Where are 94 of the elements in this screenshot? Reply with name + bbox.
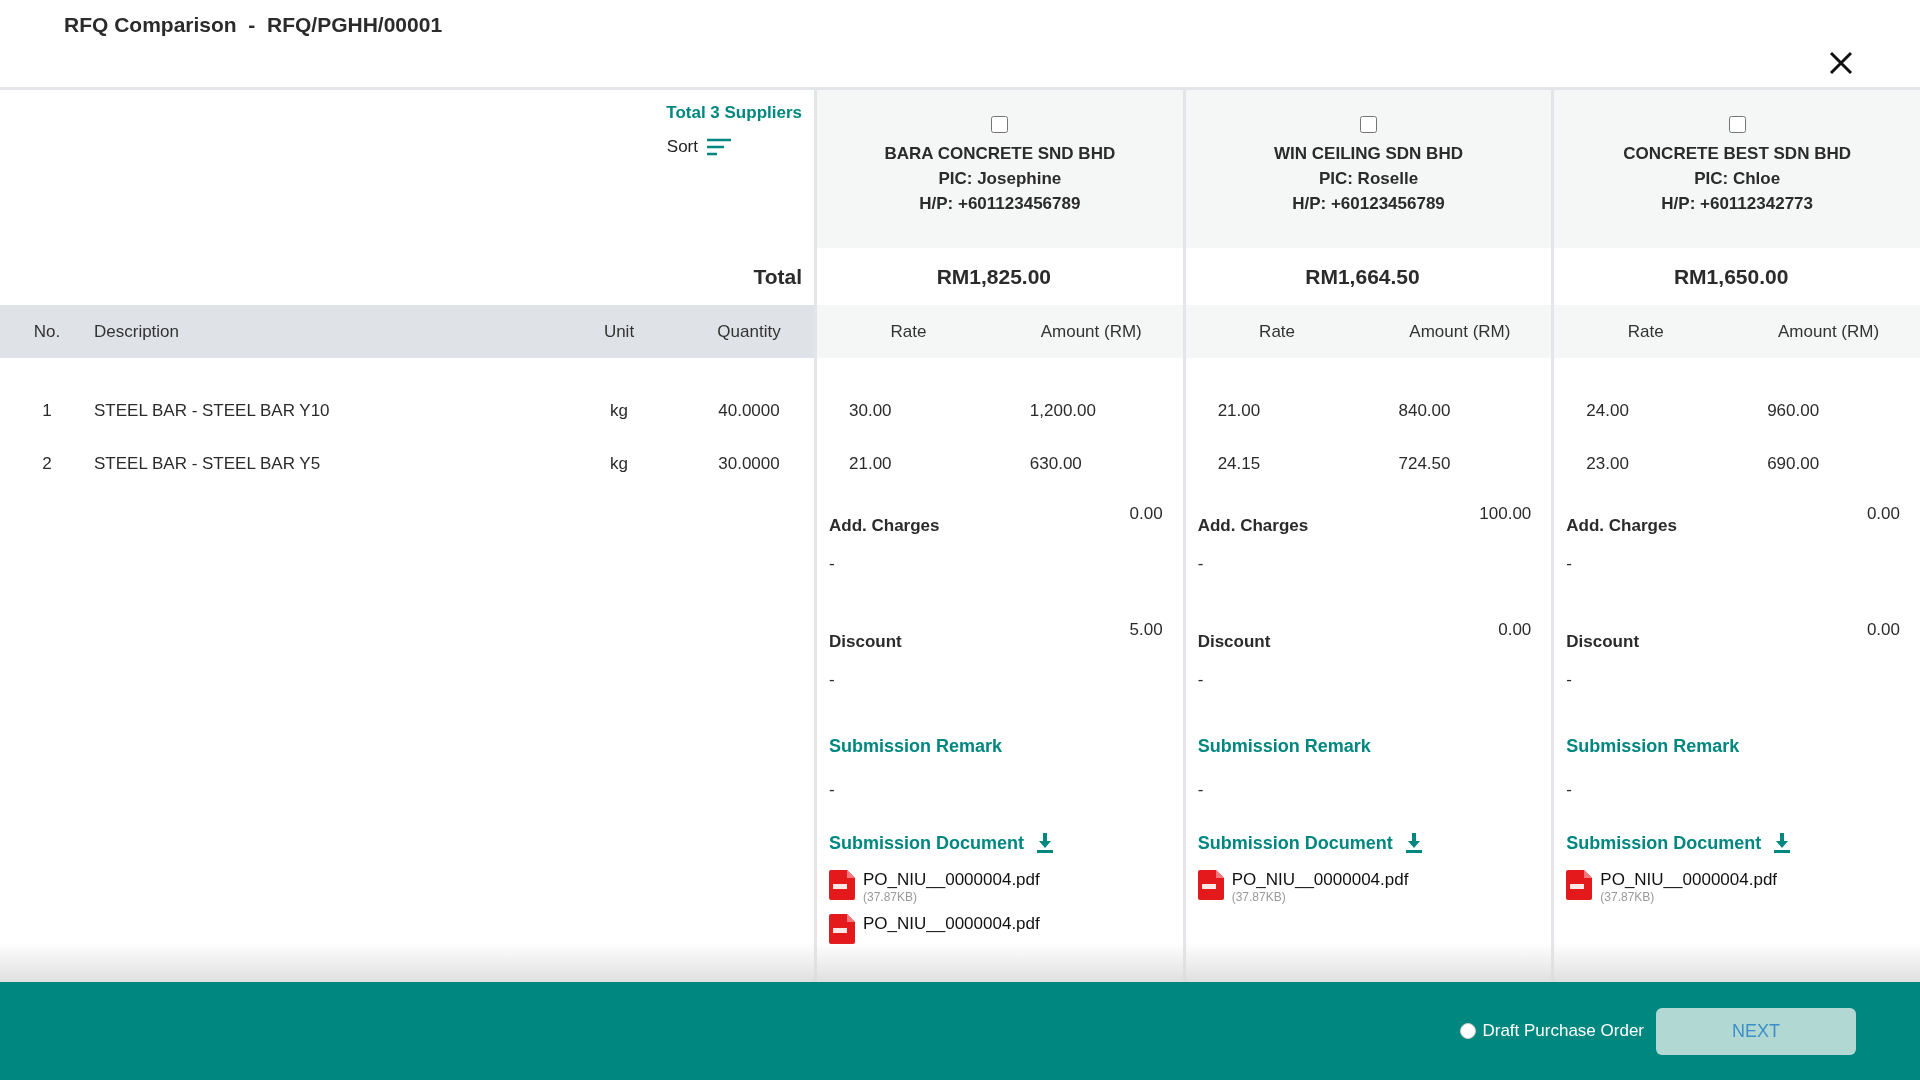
submission-document-label: Submission Document <box>1566 832 1762 854</box>
column-header: Amount (RM) <box>1039 321 1143 342</box>
supplier-name: BARA CONCRETE SND BHD <box>884 144 1116 164</box>
charge-value: 0.00 <box>1129 504 1163 524</box>
charge-value: 5.00 <box>1129 620 1163 640</box>
submission-remark-label: Submission Remark <box>829 736 1003 757</box>
close-button[interactable] <box>1828 50 1854 76</box>
close-icon <box>1828 50 1854 76</box>
download-icon[interactable] <box>1404 833 1423 853</box>
file-size: (37.87KB) <box>1600 890 1656 904</box>
file-name[interactable]: PO_NIU__0000004.pdf <box>1231 870 1409 890</box>
charge-note: - <box>1566 554 1573 575</box>
download-icon[interactable] <box>1773 833 1792 853</box>
supplier-total: RM1,825.00 <box>936 264 1052 289</box>
supplier-phone: H/P: +601123456789 <box>919 194 1081 214</box>
column-header: Rate <box>1258 321 1297 342</box>
table-cell-text: STEEL BAR - STEEL BAR Y5 <box>94 453 322 474</box>
charge-value: 100.00 <box>1479 504 1532 524</box>
sort-icon <box>706 138 732 156</box>
sort-button[interactable]: Sort <box>666 137 732 157</box>
window-title: RFQ Comparison - RFQ/PGHH/00001 <box>64 13 443 37</box>
rate-cell-text: 21.00 <box>848 453 893 474</box>
rate-cell-text: 23.00 <box>1585 453 1630 474</box>
supplier-checkbox[interactable] <box>991 116 1009 133</box>
submission-remark-label: Submission Remark <box>1197 736 1371 757</box>
charge-label: Discount <box>829 632 902 652</box>
file-name[interactable]: PO_NIU__0000004.pdf <box>1600 870 1778 890</box>
pdf-file-icon <box>829 870 855 900</box>
charge-label: Add. Charges <box>1197 516 1309 536</box>
remark-text: - <box>1197 780 1205 801</box>
column-header: Unit <box>602 321 636 342</box>
charge-label: Add. Charges <box>1566 516 1677 536</box>
supplier-count: Total 3 Suppliers <box>666 103 802 123</box>
submission-document-label: Submission Document <box>829 832 1025 854</box>
column-header: Quantity <box>716 321 782 342</box>
column-header: Description <box>94 321 181 342</box>
charge-label: Discount <box>1197 632 1271 652</box>
column-header: Rate <box>1626 321 1665 342</box>
column-header: Rate <box>889 321 928 342</box>
remark-text: - <box>1566 780 1573 801</box>
supplier-phone: H/P: +60112342773 <box>1661 194 1813 214</box>
table-cell-text: kg <box>609 400 629 421</box>
pdf-file-icon <box>829 914 855 944</box>
amount-cell-text: 690.00 <box>1766 453 1821 474</box>
table-cell-text: kg <box>609 453 629 474</box>
column-header: No. <box>32 321 62 342</box>
supplier-total: RM1,650.00 <box>1673 264 1789 289</box>
charge-value: 0.00 <box>1866 504 1900 524</box>
charge-value: 0.00 <box>1498 620 1532 640</box>
table-cell-text: STEEL BAR - STEEL BAR Y10 <box>94 400 331 421</box>
remark-text: - <box>829 780 836 801</box>
supplier-name: CONCRETE BEST SDN BHD <box>1623 144 1851 164</box>
file-name[interactable]: PO_NIU__0000004.pdf <box>863 914 1040 934</box>
rate-cell-text: 30.00 <box>848 400 893 421</box>
download-icon[interactable] <box>1036 833 1055 853</box>
supplier-pic: PIC: Chloe <box>1694 169 1781 189</box>
supplier-pic: PIC: Josephine <box>938 169 1062 189</box>
table-cell-text: 30.0000 <box>717 453 781 474</box>
amount-cell-text: 960.00 <box>1766 400 1821 421</box>
rate-cell-text: 24.00 <box>1585 400 1630 421</box>
supplier-total: RM1,664.50 <box>1305 264 1420 289</box>
rate-cell-text: 24.15 <box>1216 453 1262 474</box>
charge-label: Add. Charges <box>829 516 940 536</box>
charge-label: Discount <box>1566 632 1640 652</box>
file-size: (37.87KB) <box>863 890 919 904</box>
charge-note: - <box>1197 670 1205 691</box>
total-label: Total <box>753 264 802 289</box>
amount-cell-text: 630.00 <box>1028 453 1083 474</box>
supplier-name: WIN CEILING SDN BHD <box>1274 144 1463 164</box>
file-name[interactable]: PO_NIU__0000004.pdf <box>863 870 1040 890</box>
amount-cell-text: 840.00 <box>1397 400 1452 421</box>
supplier-phone: H/P: +60123456789 <box>1292 194 1445 214</box>
rate-cell-text: 21.00 <box>1216 400 1262 421</box>
submission-remark-label: Submission Remark <box>1566 736 1740 757</box>
column-header: Amount (RM) <box>1408 321 1512 342</box>
charge-note: - <box>829 554 836 575</box>
pdf-file-icon <box>1197 870 1224 900</box>
file-size: (37.87KB) <box>1231 890 1287 904</box>
charge-note: - <box>1566 670 1573 691</box>
charge-note: - <box>829 670 836 691</box>
supplier-checkbox[interactable] <box>1360 116 1377 133</box>
supplier-checkbox[interactable] <box>1728 116 1746 133</box>
charge-note: - <box>1197 554 1205 575</box>
amount-cell-text: 1,200.00 <box>1028 400 1097 421</box>
draft-purchase-order-radio[interactable]: Draft Purchase Order <box>1460 1021 1644 1041</box>
amount-cell-text: 724.50 <box>1397 453 1452 474</box>
table-cell-text: 2 <box>41 453 53 474</box>
supplier-pic: PIC: Roselle <box>1318 169 1419 189</box>
table-cell-text: 1 <box>41 400 53 421</box>
submission-document-label: Submission Document <box>1197 832 1393 854</box>
charge-value: 0.00 <box>1866 620 1900 640</box>
pdf-file-icon <box>1566 870 1593 900</box>
column-header: Amount (RM) <box>1777 321 1881 342</box>
table-cell-text: 40.0000 <box>717 400 781 421</box>
